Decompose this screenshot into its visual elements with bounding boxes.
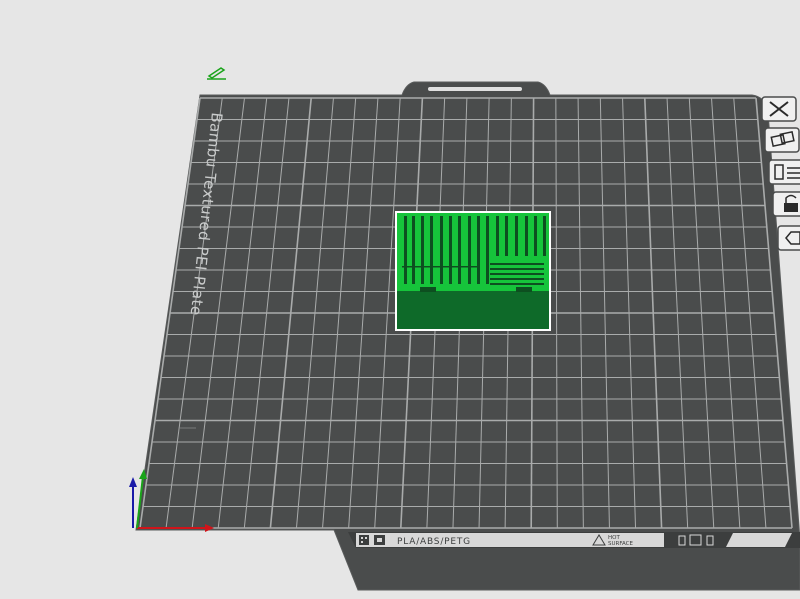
- filament-types-label: PLA/ABS/PETG: [397, 537, 471, 547]
- qr-icon: [359, 535, 369, 545]
- plate-settings-icon[interactable]: [768, 159, 800, 185]
- plate-options-icon[interactable]: [777, 225, 800, 251]
- 3d-viewport[interactable]: Bambu Textured PEI Plate PLA/ABS/PETG HO…: [0, 0, 800, 599]
- plate-handle-slot: [428, 87, 522, 91]
- close-plate-icon[interactable]: [761, 96, 797, 122]
- arrange-plate-icon[interactable]: [764, 127, 800, 153]
- plate-footer: PLA/ABS/PETG HOT SURFACE: [348, 532, 800, 548]
- pencil-edit-icon[interactable]: [207, 67, 226, 80]
- model-object[interactable]: [395, 211, 551, 331]
- surface-label: SURFACE: [608, 541, 634, 547]
- lock-plate-icon[interactable]: [772, 191, 800, 217]
- build-plate[interactable]: [135, 81, 800, 591]
